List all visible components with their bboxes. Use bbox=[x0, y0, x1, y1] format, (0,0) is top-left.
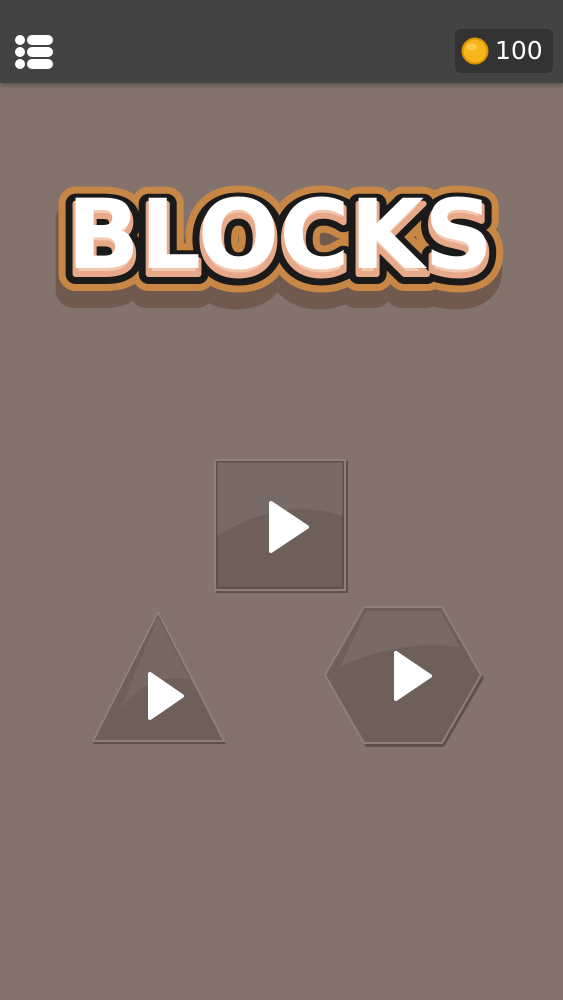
menu-button[interactable] bbox=[12, 30, 56, 74]
coin-count: 100 bbox=[495, 36, 543, 65]
top-bar: 100 bbox=[0, 0, 563, 83]
game-logo: BLOCKS BLOCKS BLOCKS BLOCKS BLOCKS bbox=[40, 150, 520, 331]
hexagon-mode-button[interactable] bbox=[320, 603, 488, 749]
logo-text: BLOCKS bbox=[67, 179, 494, 291]
menu-list-icon bbox=[15, 35, 53, 69]
square-mode-button[interactable] bbox=[211, 456, 353, 598]
coin-icon bbox=[461, 37, 489, 65]
triangle-mode-button[interactable] bbox=[90, 610, 230, 750]
coin-balance[interactable]: 100 bbox=[455, 29, 553, 73]
